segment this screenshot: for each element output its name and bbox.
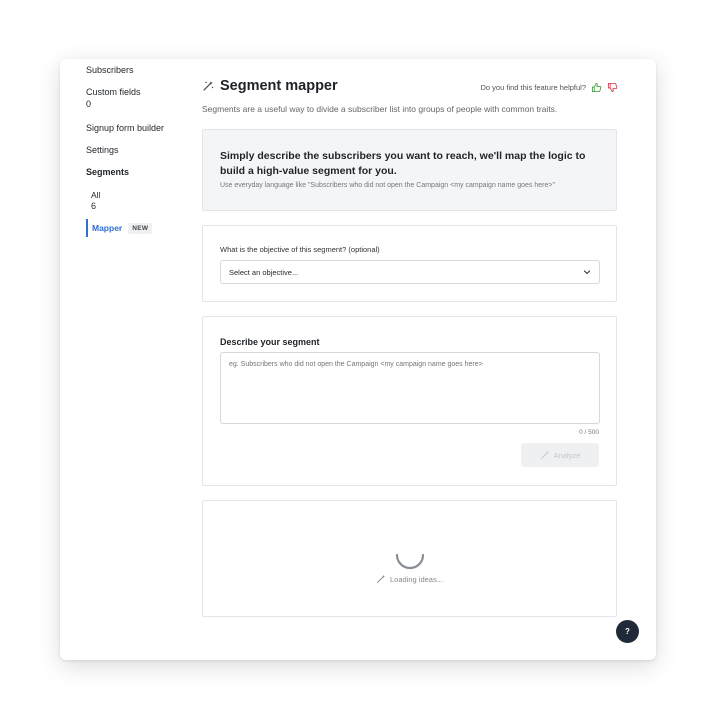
sidebar-item-custom-fields[interactable]: Custom fields 0: [86, 86, 141, 110]
sidebar-subitem-mapper[interactable]: Mapper NEW: [86, 219, 153, 237]
magic-wand-icon: [540, 450, 549, 459]
main-content: Segment mapper Do you find this feature …: [202, 59, 618, 660]
sidebar-item-label: Settings: [86, 145, 119, 155]
describe-title: Describe your segment: [220, 337, 320, 347]
character-counter: 0 / 500: [579, 429, 599, 436]
sidebar-item-label: Custom fields: [86, 87, 141, 97]
page-subtitle: Segments are a useful way to divide a su…: [202, 104, 558, 114]
loading-status: Loading ideas...: [203, 574, 616, 584]
intro-heading: Simply describe the subscribers you want…: [220, 150, 586, 177]
sidebar: Subscribers Custom fields 0 Signup form …: [60, 59, 190, 660]
objective-select-value: Select an objective...: [229, 267, 299, 277]
custom-fields-count: 0: [86, 99, 92, 109]
loading-card: Loading ideas...: [202, 500, 617, 617]
feedback-question: Do you find this feature helpful?: [480, 83, 586, 92]
analyze-button[interactable]: Analyze: [521, 443, 599, 467]
loading-text: Loading ideas...: [390, 574, 443, 584]
page-title: Segment mapper: [220, 78, 338, 94]
sidebar-item-label: Signup form builder: [86, 123, 165, 133]
chevron-down-icon: [583, 270, 591, 275]
objective-card: What is the objective of this segment? (…: [202, 225, 617, 302]
segment-description-input[interactable]: [220, 352, 600, 424]
intro-hint: Use everyday language like "Subscribers …: [220, 182, 555, 189]
feedback-prompt: Do you find this feature helpful?: [481, 82, 618, 93]
sidebar-item-signup-form-builder[interactable]: Signup form builder: [86, 122, 164, 134]
loading-spinner-icon: [395, 553, 425, 570]
page-header: Segment mapper: [202, 78, 338, 94]
magic-wand-icon: [203, 81, 214, 91]
app-window: Subscribers Custom fields 0 Signup form …: [60, 59, 656, 660]
thumbs-up-icon[interactable]: [591, 82, 602, 93]
describe-card: Describe your segment 0 / 500 Analyze: [202, 316, 617, 486]
magic-wand-icon: [377, 574, 386, 583]
thumbs-down-icon[interactable]: [607, 82, 618, 93]
objective-label: What is the objective of this segment? (…: [220, 245, 380, 254]
intro-banner: Simply describe the subscribers you want…: [202, 129, 617, 211]
sidebar-subitem-all[interactable]: All 6: [91, 190, 100, 212]
sidebar-item-label: Subscribers: [86, 65, 134, 75]
sidebar-item-label: Mapper: [92, 223, 123, 233]
new-badge: NEW: [128, 222, 153, 234]
sidebar-item-subscribers[interactable]: Subscribers: [86, 64, 134, 76]
sidebar-item-label: Segments: [86, 167, 130, 177]
help-button[interactable]: ?: [616, 620, 639, 643]
sidebar-item-label: All: [91, 190, 101, 200]
analyze-label: Analyze: [553, 450, 581, 460]
sidebar-item-segments[interactable]: Segments: [86, 166, 129, 178]
objective-select[interactable]: Select an objective...: [220, 260, 600, 284]
sidebar-item-settings[interactable]: Settings: [86, 144, 119, 156]
all-segments-count: 6: [91, 201, 97, 211]
